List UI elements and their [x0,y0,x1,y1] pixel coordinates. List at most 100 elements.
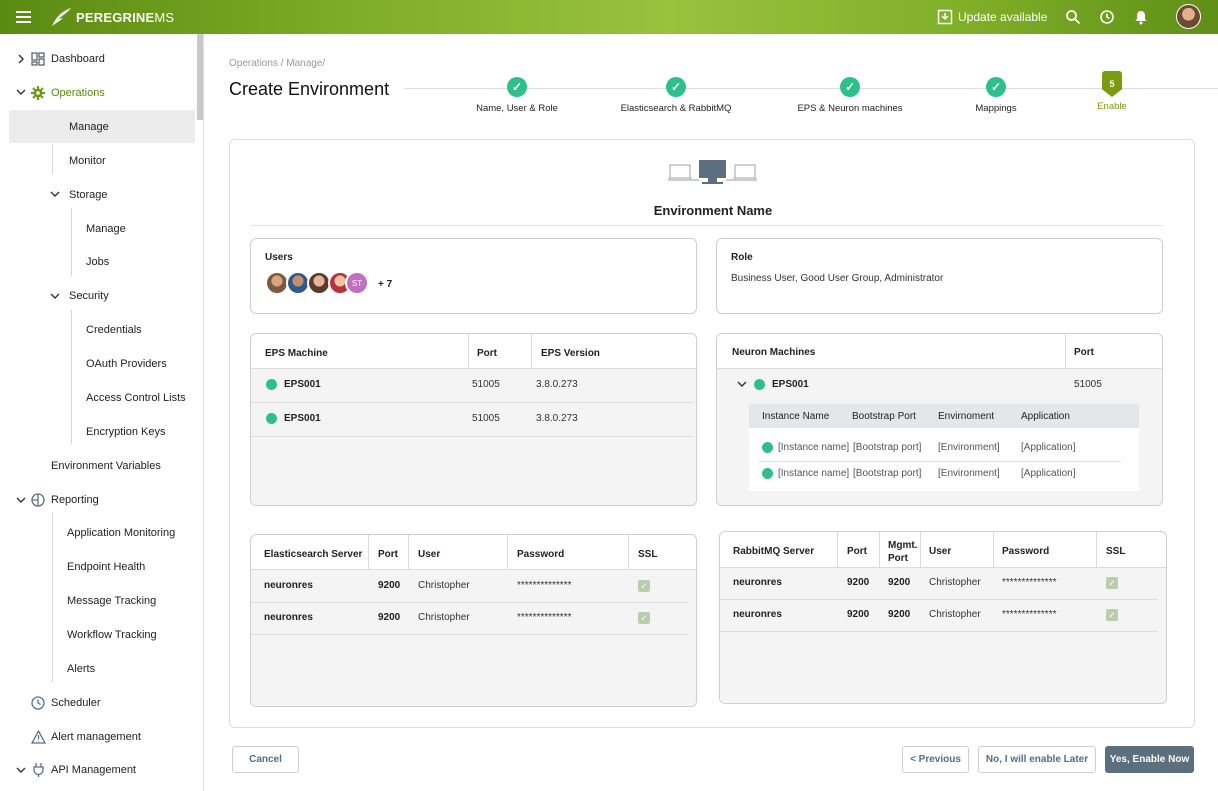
column-divider [993,532,994,567]
column-header: Application [1021,411,1070,422]
sidebar-item-alerts[interactable]: Alerts [67,658,95,680]
sidebar-item-credentials[interactable]: Credentials [86,319,142,341]
ssl-checkbox[interactable]: ✓ [1106,577,1118,589]
chevron-down-icon[interactable] [50,190,60,198]
sidebar-item-reporting[interactable]: Reporting [51,489,99,511]
column-divider [837,532,838,567]
bootstrap-port: [Bootstrap port] [853,442,922,453]
summary-panel: Environment Name Users ST + 7 Role Busin… [229,139,1195,728]
sidebar-item-endpoint-health[interactable]: Endpoint Health [67,556,145,578]
clock-icon[interactable] [1099,9,1115,25]
column-header: Port [1074,347,1094,358]
menu-icon[interactable] [16,11,31,23]
sidebar-item-alert-management[interactable]: Alert management [51,726,141,748]
download-icon [937,9,953,25]
bell-icon[interactable] [1133,9,1149,25]
eps-port: 51005 [472,413,500,424]
application: [Application] [1021,442,1076,453]
sidebar-item-security[interactable]: Security [69,285,109,307]
sidebar-item-encryption-keys[interactable]: Encryption Keys [86,421,165,443]
chevron-down-icon[interactable] [16,766,26,774]
ssl-checkbox[interactable]: ✓ [1106,609,1118,621]
sidebar-item-operations[interactable]: Operations [51,82,105,104]
user: Christopher [929,577,981,588]
sidebar-scrollbar[interactable] [197,34,203,120]
environment-machines-icon [668,160,757,184]
sidebar-item-api-management[interactable]: API Management [51,759,136,781]
divider [720,567,1166,568]
environment: [Environment] [938,442,1000,453]
column-divider [920,532,921,567]
sidebar-item-monitor[interactable]: Monitor [69,150,106,172]
sidebar-item-message-tracking[interactable]: Message Tracking [67,590,156,612]
column-divider [879,532,880,567]
step-label: Elasticsearch & RabbitMQ [620,103,732,114]
step-1[interactable]: ✓ Name, User & Role [437,77,597,114]
divider [717,368,1162,369]
neuron-machine-name: EPS001 [772,379,809,390]
chevron-down-icon[interactable] [737,380,747,388]
user: Christopher [418,580,470,591]
clock-icon [31,696,45,710]
sidebar-item-jobs[interactable]: Jobs [86,251,109,273]
role-label: Role [731,252,753,263]
chevron-down-icon[interactable] [16,88,26,96]
divider [251,569,696,570]
update-available-button[interactable]: Update available [937,9,1047,25]
enable-later-button[interactable]: No, I will enable Later [978,746,1096,773]
divider [759,461,1121,462]
breadcrumb[interactable]: Operations / Manage/ [229,58,325,69]
ssl-checkbox[interactable]: ✓ [638,580,650,592]
sidebar-item-manage[interactable]: Manage [69,116,109,138]
server-name: neuronres [264,580,313,591]
step-label: Mappings [975,103,1017,114]
step-3[interactable]: ✓ EPS & Neuron machines [770,77,930,114]
chevron-right-icon[interactable] [17,54,25,64]
tree-line [71,310,72,444]
cancel-button[interactable]: Cancel [232,746,299,773]
previous-button[interactable]: < Previous [902,746,969,773]
check-icon: ✓ [507,77,527,97]
avatar[interactable]: ST [345,271,369,295]
search-icon[interactable] [1065,9,1081,25]
sidebar-item-oauth-providers[interactable]: OAuth Providers [86,353,167,375]
more-users-count[interactable]: + 7 [378,279,392,290]
divider [251,602,688,603]
sidebar-item-scheduler[interactable]: Scheduler [51,692,101,714]
column-divider [468,334,469,368]
sidebar-item-workflow-tracking[interactable]: Workflow Tracking [67,624,157,646]
step-5[interactable]: 5 Enable [1032,71,1192,112]
eps-machine-name: EPS001 [284,379,321,390]
column-divider [507,535,508,569]
sidebar-item-environment-variables[interactable]: Environment Variables [51,455,161,477]
sidebar-item-dashboard[interactable]: Dashboard [51,48,105,70]
dashboard-icon [31,52,45,66]
enable-now-button[interactable]: Yes, Enable Now [1105,746,1194,773]
users-card: Users ST + 7 [250,238,697,314]
column-header: Envirnoment [938,411,995,422]
brand-logo[interactable]: PEREGRINE MS [50,7,174,27]
gear-icon [31,86,45,100]
column-header: Password [1002,546,1050,557]
eps-version: 3.8.0.273 [536,379,578,390]
environment-name: Environment Name [653,203,773,218]
divider [251,402,694,403]
chevron-down-icon[interactable] [16,496,26,504]
feather-icon [52,8,71,26]
sidebar-item-storage-manage[interactable]: Manage [86,218,126,240]
sidebar-item-application-monitoring[interactable]: Application Monitoring [67,522,175,544]
step-label: Name, User & Role [476,103,558,114]
column-divider [1096,532,1097,567]
chevron-down-icon[interactable] [50,292,60,300]
ssl-checkbox[interactable]: ✓ [638,612,650,624]
sidebar: Dashboard Operations Manage Monitor Stor… [0,34,204,791]
port: 9200 [847,577,870,588]
sidebar-item-access-control-lists[interactable]: Access Control Lists [86,387,186,409]
status-dot [266,379,277,390]
neuron-machines-card: Neuron Machines Port EPS001 51005 Instan… [716,333,1163,506]
sidebar-item-storage[interactable]: Storage [69,184,108,206]
eps-version: 3.8.0.273 [536,413,578,424]
step-2[interactable]: ✓ Elasticsearch & RabbitMQ [596,77,756,114]
user-avatar[interactable] [1176,4,1201,29]
server-name: neuronres [733,609,782,620]
